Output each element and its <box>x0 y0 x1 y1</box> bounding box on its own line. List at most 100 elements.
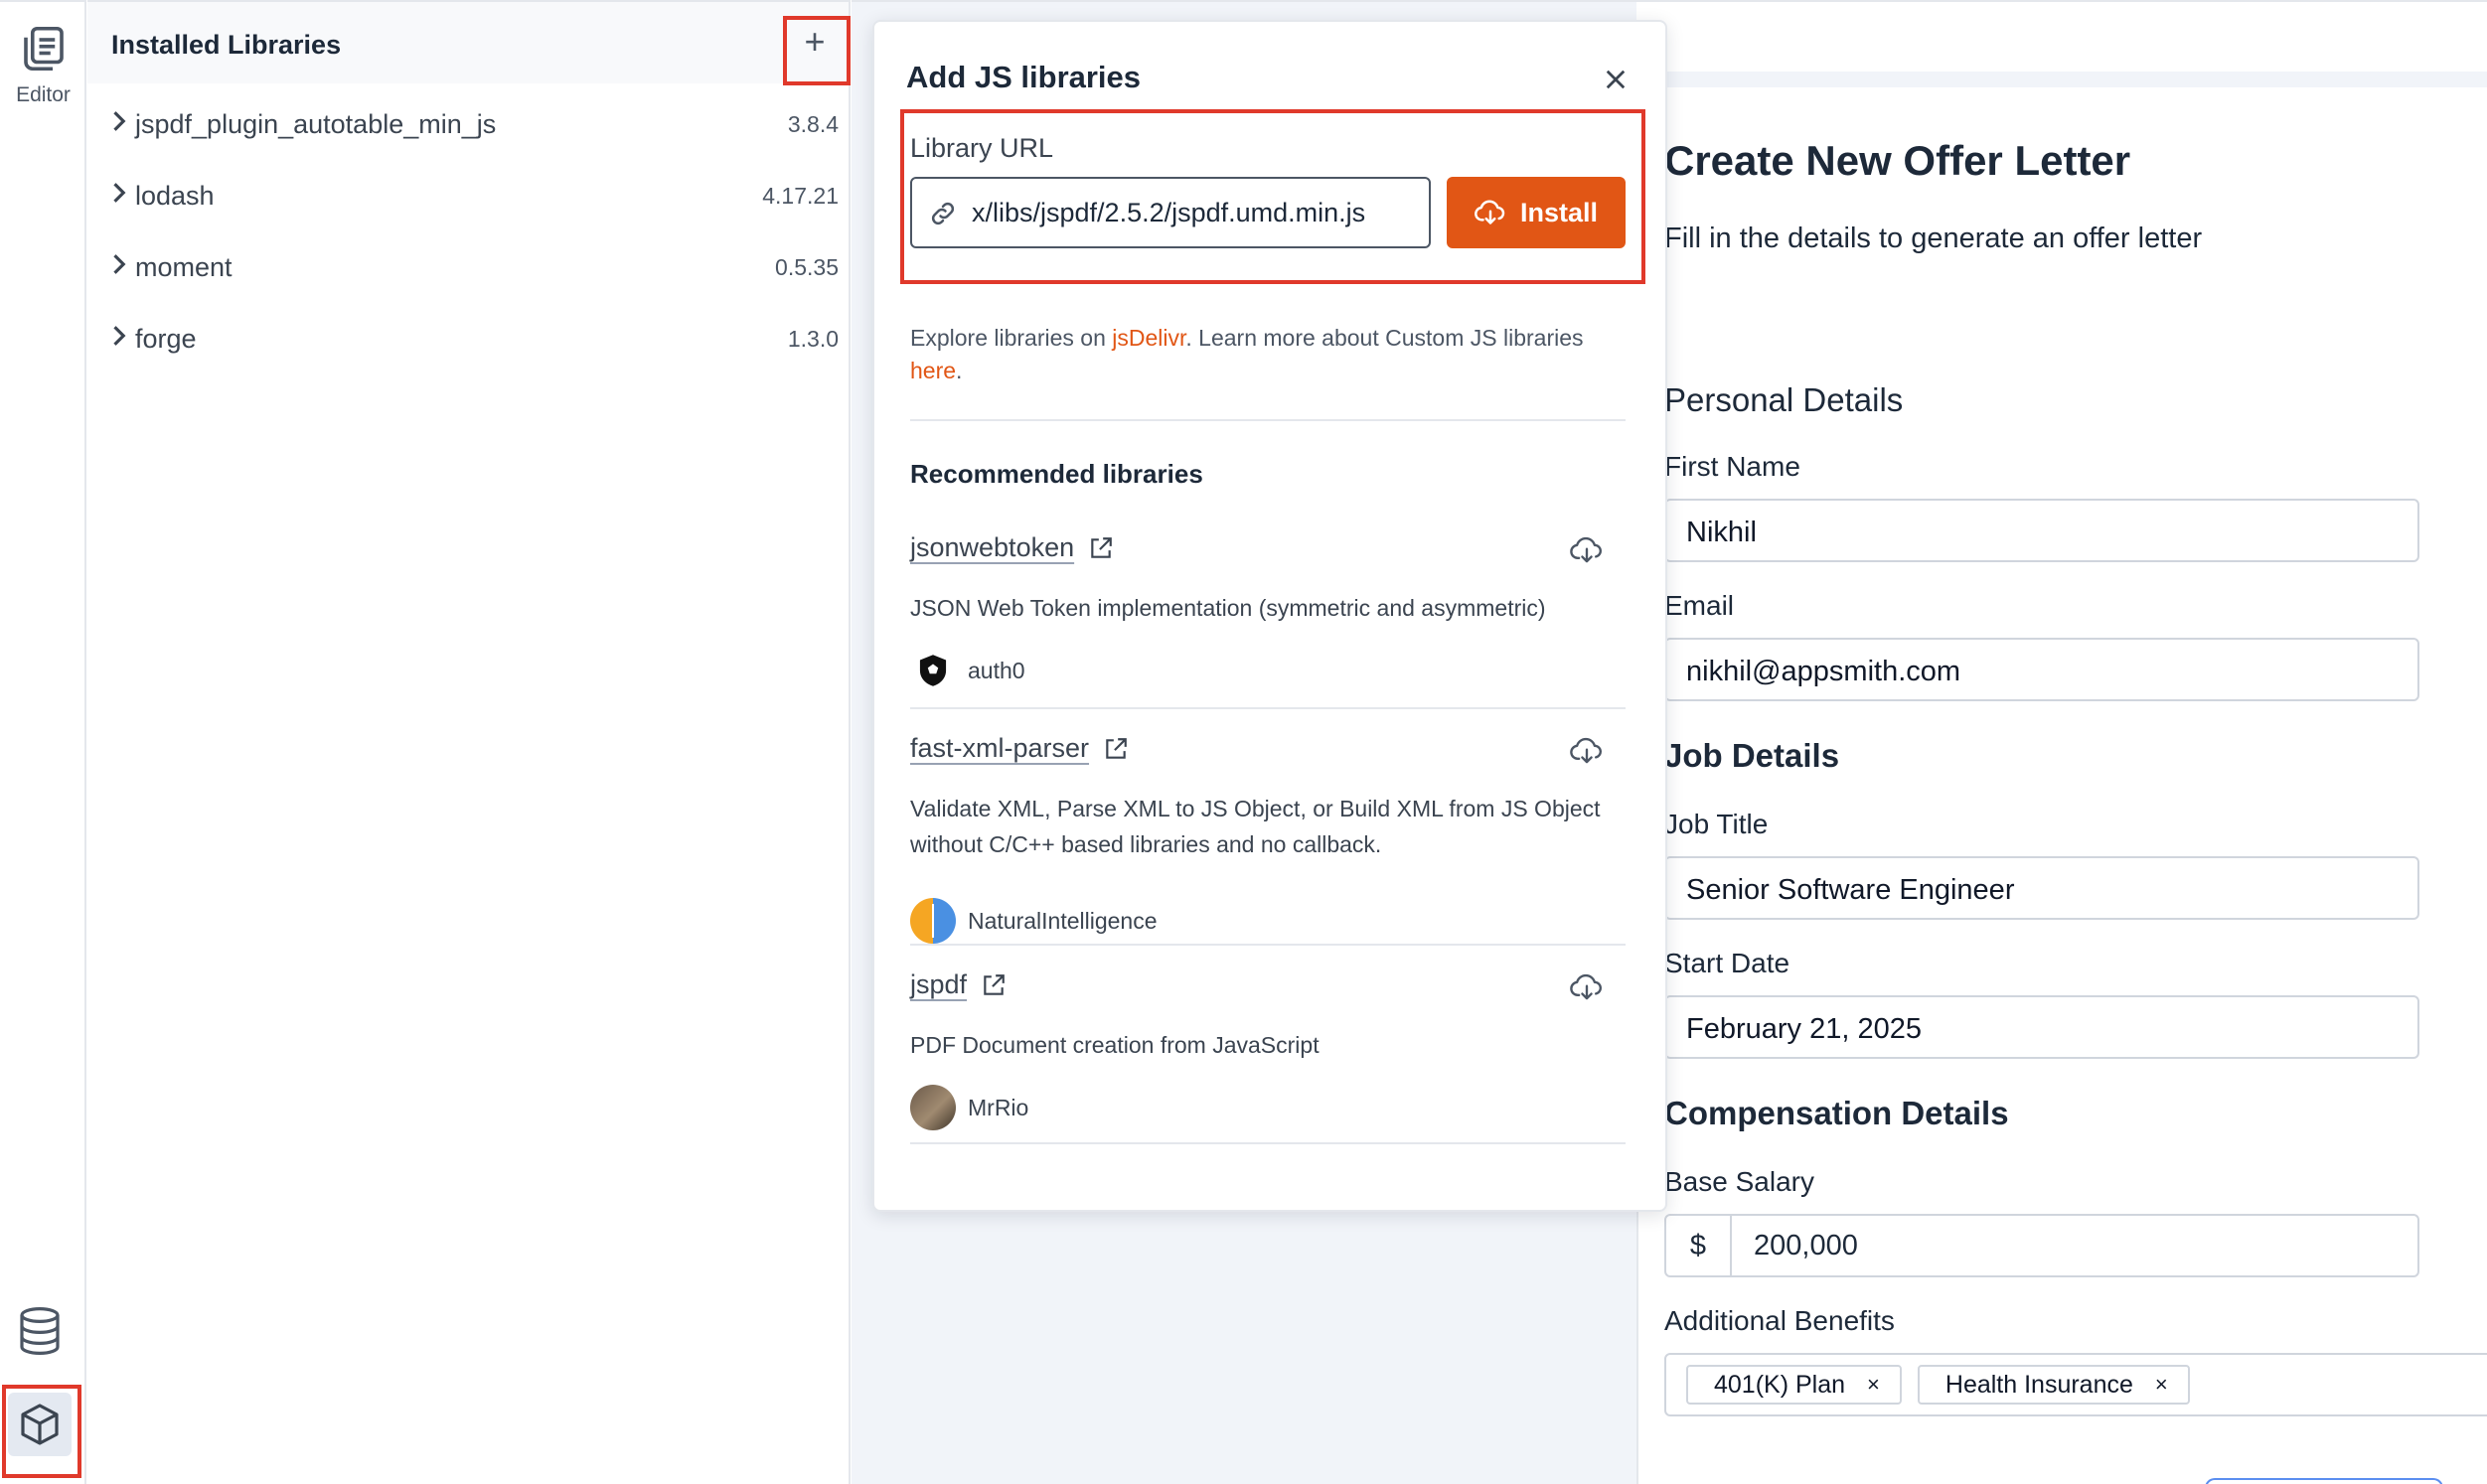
author-name: auth0 <box>968 657 1025 683</box>
recommended-library-author: NaturalIntelligence <box>910 898 1158 944</box>
canvas-top-strip <box>1636 0 2487 72</box>
recommended-library-author: auth0 <box>910 648 1025 693</box>
chevron-right-icon <box>113 183 126 203</box>
offer-letter-form: Create New Offer Letter Fill in the deta… <box>1636 87 2487 1484</box>
library-item[interactable]: moment 0.5.35 <box>87 234 851 294</box>
author-name: NaturalIntelligence <box>968 907 1158 934</box>
cloud-download-icon[interactable] <box>1570 971 1604 1003</box>
chip-remove-icon[interactable]: × <box>1867 1372 1880 1398</box>
library-url-input[interactable] <box>972 179 1427 246</box>
library-version: 3.8.4 <box>787 111 839 137</box>
form-subtitle: Fill in the details to generate an offer… <box>1664 223 2203 254</box>
divider <box>910 1142 1626 1144</box>
base-salary-field[interactable]: $ 200,000 <box>1664 1214 2419 1277</box>
divider <box>910 419 1626 421</box>
library-name: jspdf_plugin_autotable_min_js <box>135 109 497 139</box>
start-date-value: February 21, 2025 <box>1686 1013 1922 1045</box>
explore-middle: . Learn more about Custom JS libraries <box>1185 325 1584 351</box>
library-item[interactable]: forge 1.3.0 <box>87 306 851 366</box>
email-value: nikhil@appsmith.com <box>1686 656 1961 687</box>
installed-libraries-panel: Installed Libraries + jspdf_plugin_autot… <box>87 0 851 1484</box>
here-link[interactable]: here <box>910 358 956 383</box>
editor-icon <box>23 26 64 72</box>
datasources-nav-button[interactable] <box>12 1303 68 1359</box>
job-title-label: Job Title <box>1664 809 1769 839</box>
library-item[interactable]: jspdf_plugin_autotable_min_js 3.8.4 <box>87 91 851 151</box>
first-name-label: First Name <box>1664 451 1800 482</box>
chevron-right-icon <box>113 111 126 131</box>
link-icon <box>931 202 955 225</box>
recommended-library-link[interactable]: jsonwebtoken <box>910 532 1114 563</box>
explore-prefix: Explore libraries on <box>910 325 1113 351</box>
author-name: MrRio <box>968 1094 1029 1120</box>
recommended-library-link[interactable]: jspdf <box>910 969 1007 1000</box>
recommended-library-name: jsonwebtoken <box>910 532 1075 562</box>
job-details-heading: Job Details <box>1664 737 1840 774</box>
personal-details-heading: Personal Details <box>1664 381 1904 418</box>
close-button[interactable] <box>1596 60 1635 99</box>
job-title-field[interactable]: Senior Software Engineer <box>1664 856 2419 920</box>
recommended-library-description: Validate XML, Parse XML to JS Object, or… <box>910 796 1601 857</box>
start-date-label: Start Date <box>1664 948 1790 978</box>
library-name: lodash <box>135 181 215 211</box>
benefits-label: Additional Benefits <box>1664 1305 1895 1336</box>
modal-title: Add JS libraries <box>906 60 1142 94</box>
database-icon <box>20 1306 60 1356</box>
libraries-panel-title: Installed Libraries <box>111 30 342 60</box>
chevron-right-icon <box>113 254 126 274</box>
first-name-field[interactable]: Nikhil <box>1664 499 2419 562</box>
install-button[interactable]: Install <box>1447 177 1626 248</box>
left-rail: Editor <box>0 0 86 1484</box>
form-title: Create New Offer Letter <box>1664 137 2131 184</box>
recommended-library-description: JSON Web Token implementation (symmetric… <box>910 595 1546 621</box>
chip-remove-icon[interactable]: × <box>2155 1372 2168 1398</box>
brain-logo-icon <box>910 898 956 944</box>
install-label: Install <box>1519 197 1599 227</box>
recommended-library-link[interactable]: fast-xml-parser <box>910 733 1129 764</box>
benefit-chip-label: Health Insurance <box>1944 1370 2133 1399</box>
compensation-details-heading: Compensation Details <box>1664 1095 2009 1131</box>
editor-nav-button[interactable]: Editor <box>0 22 86 107</box>
library-url-label: Library URL <box>910 133 1054 163</box>
job-title-value: Senior Software Engineer <box>1686 874 2015 906</box>
add-library-highlight-box <box>783 16 851 85</box>
library-item[interactable]: lodash 4.17.21 <box>87 163 851 223</box>
benefit-chip-label: 401(K) Plan <box>1714 1370 1846 1399</box>
libraries-highlight-box <box>2 1385 81 1478</box>
first-name-value: Nikhil <box>1686 517 1757 548</box>
cloud-download-icon[interactable] <box>1570 534 1604 566</box>
cloud-download-icon <box>1475 200 1505 224</box>
user-avatar <box>910 1085 956 1130</box>
explore-text: Explore libraries on jsDelivr. Learn mor… <box>910 322 1635 387</box>
editor-label: Editor <box>16 83 71 106</box>
recommended-library-author: MrRio <box>910 1085 1028 1130</box>
explore-suffix: . <box>956 358 963 383</box>
external-link-icon <box>984 973 1005 995</box>
recommended-library-description: PDF Document creation from JavaScript <box>910 1032 1320 1058</box>
library-version: 4.17.21 <box>762 183 839 209</box>
library-name: moment <box>135 252 233 282</box>
external-link-icon <box>1106 737 1127 759</box>
library-url-field[interactable] <box>910 177 1431 248</box>
library-version: 0.5.35 <box>775 254 839 280</box>
shield-logo-icon <box>910 648 956 693</box>
benefit-chip: Health Insurance × <box>1917 1365 2190 1405</box>
add-js-libraries-modal: Add JS libraries Library URL Install Exp… <box>872 20 1667 1212</box>
benefits-multiselect[interactable]: 401(K) Plan × Health Insurance × <box>1664 1353 2487 1416</box>
external-link-icon <box>1091 536 1112 558</box>
jsdelivr-link[interactable]: jsDelivr <box>1112 325 1185 351</box>
close-icon <box>1606 70 1626 89</box>
library-version: 1.3.0 <box>787 326 839 352</box>
divider <box>910 944 1626 946</box>
submit-button-edge[interactable] <box>2205 1478 2443 1484</box>
libraries-panel-header: Installed Libraries + <box>87 2 851 85</box>
divider <box>910 707 1626 709</box>
base-salary-label: Base Salary <box>1664 1166 1814 1197</box>
email-field[interactable]: nikhil@appsmith.com <box>1664 638 2419 701</box>
recommended-library-name: jspdf <box>910 969 968 999</box>
base-salary-value: 200,000 <box>1754 1229 1858 1261</box>
start-date-field[interactable]: February 21, 2025 <box>1664 995 2419 1059</box>
email-label: Email <box>1664 590 1735 621</box>
cloud-download-icon[interactable] <box>1570 735 1604 767</box>
benefit-chip: 401(K) Plan × <box>1686 1365 1902 1405</box>
